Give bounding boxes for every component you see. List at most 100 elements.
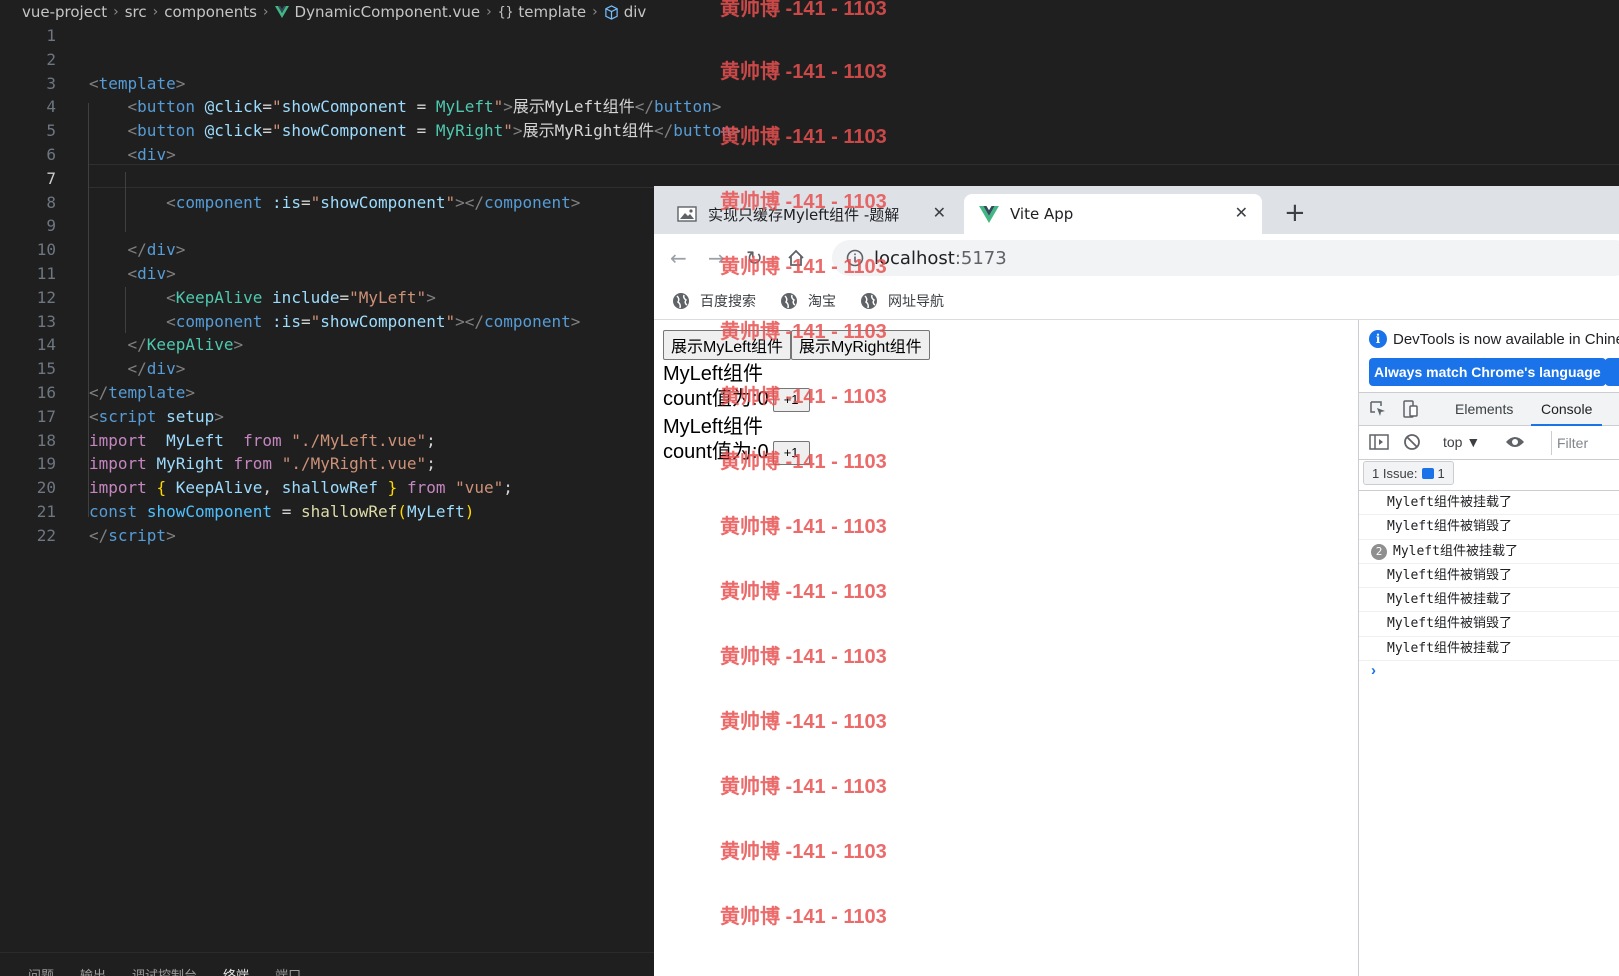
- code-text: import { KeepAlive, shallowRef } from "v…: [89, 478, 513, 498]
- watermark: 黄帅博 -141 - 1103: [720, 581, 887, 603]
- line-number: 20: [36, 478, 56, 498]
- log-text: Myleft组件被挂载了: [1387, 640, 1512, 656]
- browser-tab-vite-app[interactable]: Vite App ✕: [964, 194, 1262, 234]
- language-notice: i DevTools is now available in Chinese: [1369, 330, 1619, 348]
- breadcrumb-item-template[interactable]: template: [518, 3, 586, 21]
- context-selector[interactable]: top ▼: [1443, 434, 1480, 450]
- bookmark-taobao[interactable]: 淘宝: [780, 291, 836, 311]
- code-text: </template>: [89, 382, 195, 402]
- console-prompt-icon[interactable]: ›: [1371, 662, 1376, 679]
- code-line: 16 </template>: [0, 381, 660, 405]
- address-bar[interactable]: localhost:5173: [832, 240, 1619, 276]
- chevron-right-icon: ›: [152, 4, 159, 20]
- code-line: 9: [0, 214, 660, 238]
- code-line: 1: [0, 24, 660, 48]
- code-area[interactable]: 1 2 3 <template> 4 <button @click="showCo…: [0, 24, 741, 548]
- issues-label: 1 Issue:: [1372, 465, 1418, 481]
- close-icon[interactable]: ✕: [933, 203, 946, 222]
- code-text: </div>: [127, 359, 186, 379]
- sidebar-toggle-icon[interactable]: [1369, 433, 1389, 451]
- line-number: 19: [36, 454, 56, 474]
- tab-elements[interactable]: Elements: [1455, 401, 1513, 417]
- code-text: </div>: [127, 240, 186, 260]
- code-line: 19 import MyRight from "./MyRight.vue";: [0, 452, 660, 476]
- line-number: 22: [36, 525, 56, 545]
- panel-tab-ports[interactable]: 端口: [275, 965, 301, 976]
- inspect-element-icon[interactable]: [1369, 400, 1387, 418]
- panel-tab-debug-console[interactable]: 调试控制台: [132, 965, 197, 976]
- tab-title: Vite App: [1010, 205, 1074, 223]
- switch-language-button[interactable]: [1605, 358, 1619, 386]
- code-text: <component :is="showComponent"></compone…: [166, 311, 581, 331]
- console-message: Myleft组件被挂载了: [1359, 491, 1619, 516]
- bookmark-label: 淘宝: [808, 293, 836, 310]
- device-toolbar-icon[interactable]: [1401, 400, 1419, 418]
- bottom-panel-tabs: 问题 输出 调试控制台 终端 端口: [0, 952, 660, 976]
- code-text: <KeepAlive include="MyLeft">: [166, 287, 436, 307]
- console-message: Myleft组件被挂载了: [1359, 637, 1619, 662]
- code-text: </script>: [89, 525, 176, 545]
- console-message: Myleft组件被销毁了: [1359, 564, 1619, 589]
- url-port: :5173: [954, 247, 1007, 269]
- line-number: 10: [36, 240, 56, 260]
- bookmark-label: 网址导航: [888, 293, 944, 310]
- bookmark-baidu[interactable]: 百度搜索: [672, 291, 756, 311]
- bookmark-label: 百度搜索: [700, 293, 756, 310]
- log-text: Myleft组件被挂载了: [1393, 543, 1518, 559]
- watermark: 黄帅博 -141 - 1103: [720, 191, 887, 213]
- line-number: 14: [36, 335, 56, 355]
- code-line: 10 </div>: [0, 238, 660, 262]
- watermark: 黄帅博 -141 - 1103: [720, 386, 887, 408]
- globe-icon: [781, 292, 797, 309]
- chevron-right-icon: ›: [592, 4, 598, 20]
- line-number: 16: [36, 382, 56, 402]
- code-text: <button @click="showComponent = MyRight"…: [127, 121, 741, 141]
- code-line: 7: [0, 167, 660, 191]
- line-number: 18: [36, 430, 56, 450]
- panel-tab-output[interactable]: 输出: [80, 965, 106, 976]
- code-line: 14 </KeepAlive>: [0, 333, 660, 357]
- new-tab-button[interactable]: +: [1284, 198, 1306, 228]
- code-text: <button @click="showComponent = MyLeft">…: [127, 97, 722, 117]
- code-text: </KeepAlive>: [127, 335, 244, 355]
- watermark: 黄帅博 -141 - 1103: [720, 646, 887, 668]
- console-message: 2 Myleft组件被挂载了: [1359, 540, 1619, 564]
- watermark: 黄帅博 -141 - 1103: [720, 321, 887, 343]
- code-text: <div>: [127, 144, 176, 164]
- breadcrumb-item-src[interactable]: src: [125, 3, 147, 21]
- console-message: Myleft组件被销毁了: [1359, 515, 1619, 540]
- code-line: 12 <KeepAlive include="MyLeft">: [0, 286, 660, 310]
- bookmark-nav[interactable]: 网址导航: [860, 291, 944, 311]
- code-text: const showComponent = shallowRef(MyLeft): [89, 501, 475, 521]
- screen: { "breadcrumb": ["vue-project", "src", "…: [0, 0, 1619, 976]
- eye-icon[interactable]: [1505, 435, 1525, 449]
- breadcrumb-item-vue-project[interactable]: vue-project: [22, 3, 107, 21]
- watermark: 黄帅博 -141 - 1103: [720, 126, 887, 148]
- vue-file-icon: [274, 6, 289, 18]
- clear-console-icon[interactable]: [1403, 433, 1421, 451]
- code-line: 22 </script>: [0, 524, 660, 548]
- chevron-right-icon: ›: [262, 4, 269, 20]
- tab-console[interactable]: Console: [1530, 401, 1603, 426]
- code-line: 15 </div>: [0, 357, 660, 381]
- breadcrumb-item-components[interactable]: components: [164, 3, 257, 21]
- globe-icon: [861, 292, 877, 309]
- match-language-button[interactable]: Always match Chrome's language: [1369, 358, 1606, 386]
- watermark: 黄帅博 -141 - 1103: [720, 906, 887, 928]
- panel-tab-terminal[interactable]: 终端: [223, 965, 249, 976]
- line-number: 9: [46, 216, 56, 236]
- breadcrumb-item-file[interactable]: DynamicComponent.vue: [295, 3, 481, 21]
- log-text: Myleft组件被销毁了: [1387, 519, 1512, 535]
- issues-button[interactable]: 1 Issue: 1: [1363, 461, 1454, 485]
- code-text: <div>: [127, 263, 176, 283]
- breadcrumb-item-div[interactable]: div: [624, 3, 647, 21]
- watermark: 黄帅博 -141 - 1103: [720, 256, 887, 278]
- back-icon[interactable]: ←: [670, 246, 687, 270]
- line-number: 5: [46, 121, 56, 141]
- line-number: 8: [46, 192, 56, 212]
- info-icon: i: [1369, 330, 1387, 348]
- panel-tab-problems[interactable]: 问题: [28, 965, 54, 976]
- close-icon[interactable]: ✕: [1235, 203, 1248, 222]
- console-filter-input[interactable]: Filter: [1551, 431, 1619, 455]
- console-message: Myleft组件被销毁了: [1359, 612, 1619, 637]
